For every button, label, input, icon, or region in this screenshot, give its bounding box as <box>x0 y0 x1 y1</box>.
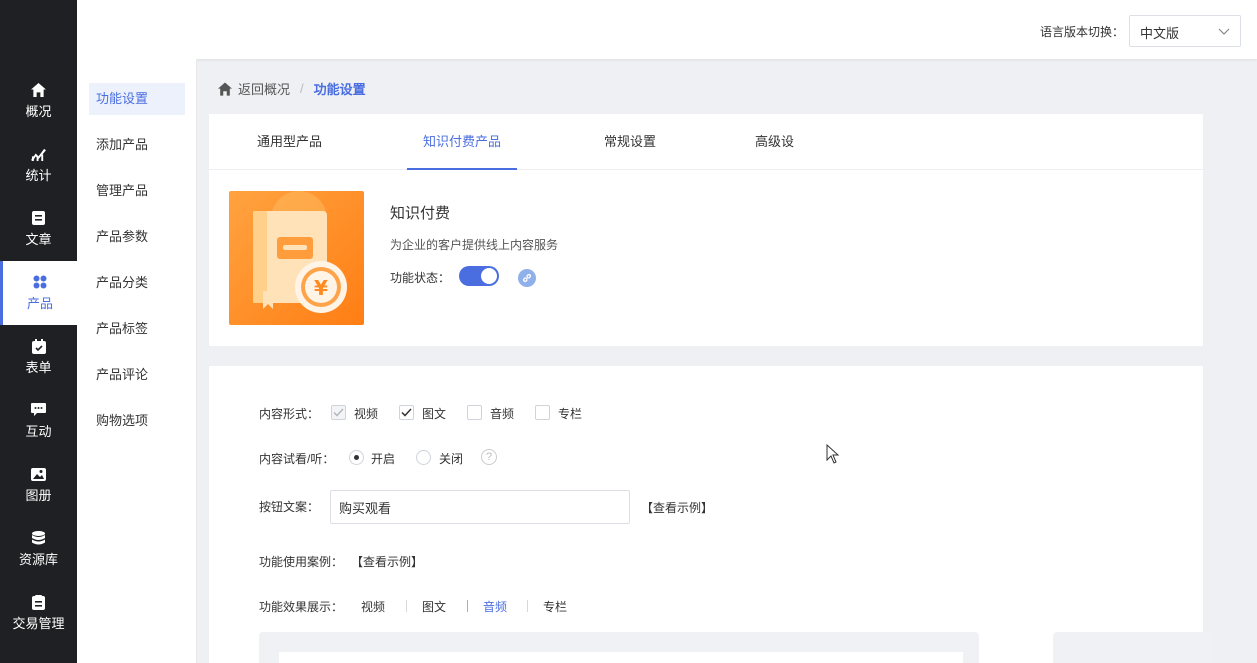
submenu-item-product-params[interactable]: 产品参数 <box>89 221 185 253</box>
sidebar-item-label: 文章 <box>25 232 52 247</box>
tab-knowledge-paid-product[interactable]: 知识付费产品 <box>407 114 518 170</box>
mouse-cursor-icon <box>826 444 840 464</box>
home-icon <box>31 82 47 98</box>
breadcrumb-current: 功能设置 <box>313 82 366 97</box>
case-example-link[interactable]: 【查看示例】 <box>351 553 423 570</box>
sidebar-item-forms[interactable]: 表单 <box>0 325 77 389</box>
submenu-item-product-reviews[interactable]: 产品评论 <box>89 359 185 391</box>
effect-tab-image-text[interactable]: 图文 <box>422 598 446 615</box>
product-submenu: 功能设置 添加产品 管理产品 产品参数 产品分类 产品标签 产品评论 购物选项 <box>77 59 197 663</box>
button-text-label: 按钮文案： <box>259 500 320 514</box>
radio-trial-on-label: 开启 <box>371 452 396 466</box>
submenu-item-shopping-options[interactable]: 购物选项 <box>89 405 185 437</box>
effect-label: 功能效果展示： <box>259 600 344 614</box>
main-sidebar: 概况 统计 文章 产品 表单 互动 图册 资源库 交易管理 <box>0 0 77 663</box>
tab-general-product[interactable]: 通用型产品 <box>257 114 322 170</box>
sidebar-item-statistics[interactable]: 统计 <box>0 133 77 197</box>
sidebar-item-label: 统计 <box>25 168 52 183</box>
product-type-tabs: 通用型产品 知识付费产品 常规设置 高级设 <box>209 114 1203 170</box>
effect-tab-audio[interactable]: 音频 <box>483 598 507 615</box>
sidebar-item-products[interactable]: 产品 <box>0 261 77 325</box>
grid-icon <box>32 274 48 290</box>
breadcrumb-separator: / <box>300 81 304 96</box>
effect-preview-content <box>279 652 963 663</box>
case-label: 功能使用案例： <box>259 555 344 569</box>
feature-card: 通用型产品 知识付费产品 常规设置 高级设 ¥ 知识付费 为企业的客户提供线上内… <box>209 114 1203 346</box>
submenu-item-add-product[interactable]: 添加产品 <box>89 129 185 161</box>
submenu-item-manage-products[interactable]: 管理产品 <box>89 175 185 207</box>
sidebar-item-label: 交易管理 <box>12 616 65 631</box>
trial-label: 内容试看/听： <box>259 452 335 466</box>
knowledge-paid-illustration: ¥ <box>229 191 364 325</box>
sidebar-item-resources[interactable]: 资源库 <box>0 517 77 581</box>
button-text-input[interactable] <box>330 490 630 524</box>
svg-text:¥: ¥ <box>314 276 328 300</box>
checkbox-column[interactable] <box>535 405 550 420</box>
home-icon <box>218 81 232 96</box>
radio-trial-off-label: 关闭 <box>439 452 464 466</box>
chevron-down-icon <box>1218 28 1230 35</box>
effect-separator <box>467 600 468 612</box>
view-example-link[interactable]: 【查看示例】 <box>641 499 713 516</box>
checkbox-image-text-label: 图文 <box>422 407 447 421</box>
help-icon[interactable]: ? <box>481 449 497 465</box>
message-icon <box>31 402 47 418</box>
effect-separator <box>406 600 407 612</box>
submenu-item-feature-settings[interactable]: 功能设置 <box>89 83 185 115</box>
chart-icon <box>31 146 47 162</box>
language-switch-label: 语言版本切换： <box>1039 25 1124 39</box>
sidebar-item-gallery[interactable]: 图册 <box>0 453 77 517</box>
effect-tab-video[interactable]: 视频 <box>361 598 385 615</box>
checkbox-video[interactable] <box>331 405 346 420</box>
checkbox-audio[interactable] <box>467 405 482 420</box>
effect-preview-side <box>1053 632 1213 663</box>
sidebar-item-transactions[interactable]: 交易管理 <box>0 581 77 645</box>
checkbox-column-label: 专栏 <box>558 407 583 421</box>
feature-status-label: 功能状态： <box>390 271 451 285</box>
radio-trial-on[interactable] <box>349 450 364 465</box>
effect-tab-column[interactable]: 专栏 <box>543 598 567 615</box>
settings-card: 内容形式： 视频 图文 音频 专栏 内容试看/听： 开启 关闭 ? 按钮文案： … <box>209 366 1213 663</box>
language-select[interactable]: 中文版 <box>1129 15 1241 47</box>
sidebar-item-interaction[interactable]: 互动 <box>0 389 77 453</box>
checkbox-image-text[interactable] <box>399 405 414 420</box>
sidebar-item-label: 资源库 <box>18 552 58 567</box>
sidebar-item-label: 概况 <box>25 104 52 119</box>
form-icon <box>31 338 47 354</box>
article-icon <box>31 210 47 226</box>
tab-advanced-settings[interactable]: 高级设 <box>755 114 794 170</box>
link-icon[interactable] <box>518 269 536 287</box>
breadcrumb: 返回概况 / 功能设置 <box>218 79 366 98</box>
submenu-item-product-tags[interactable]: 产品标签 <box>89 313 185 345</box>
database-icon <box>31 530 47 546</box>
breadcrumb-back-link[interactable]: 返回概况 <box>238 79 290 98</box>
feature-status-toggle[interactable] <box>459 266 499 286</box>
tab-general-settings[interactable]: 常规设置 <box>604 114 656 170</box>
sidebar-item-label: 表单 <box>25 360 52 375</box>
sidebar-item-overview[interactable]: 概况 <box>0 69 77 133</box>
order-icon <box>31 594 47 610</box>
sidebar-item-label: 图册 <box>25 488 52 503</box>
feature-description: 为企业的客户提供线上内容服务 <box>390 238 559 252</box>
radio-trial-off[interactable] <box>416 450 431 465</box>
checkbox-audio-label: 音频 <box>490 407 515 421</box>
top-bar: 语言版本切换： 中文版 <box>77 0 1257 59</box>
submenu-item-product-categories[interactable]: 产品分类 <box>89 267 185 299</box>
effect-separator <box>527 600 528 612</box>
content-form-label: 内容形式： <box>259 407 320 421</box>
feature-title: 知识付费 <box>390 205 451 222</box>
sidebar-item-articles[interactable]: 文章 <box>0 197 77 261</box>
logo-area <box>0 0 77 60</box>
sidebar-item-label: 产品 <box>26 296 53 311</box>
gallery-icon <box>31 466 47 482</box>
effect-preview-main <box>259 632 979 663</box>
checkbox-video-label: 视频 <box>354 407 379 421</box>
sidebar-item-label: 互动 <box>25 424 52 439</box>
language-select-value: 中文版 <box>1140 26 1180 41</box>
